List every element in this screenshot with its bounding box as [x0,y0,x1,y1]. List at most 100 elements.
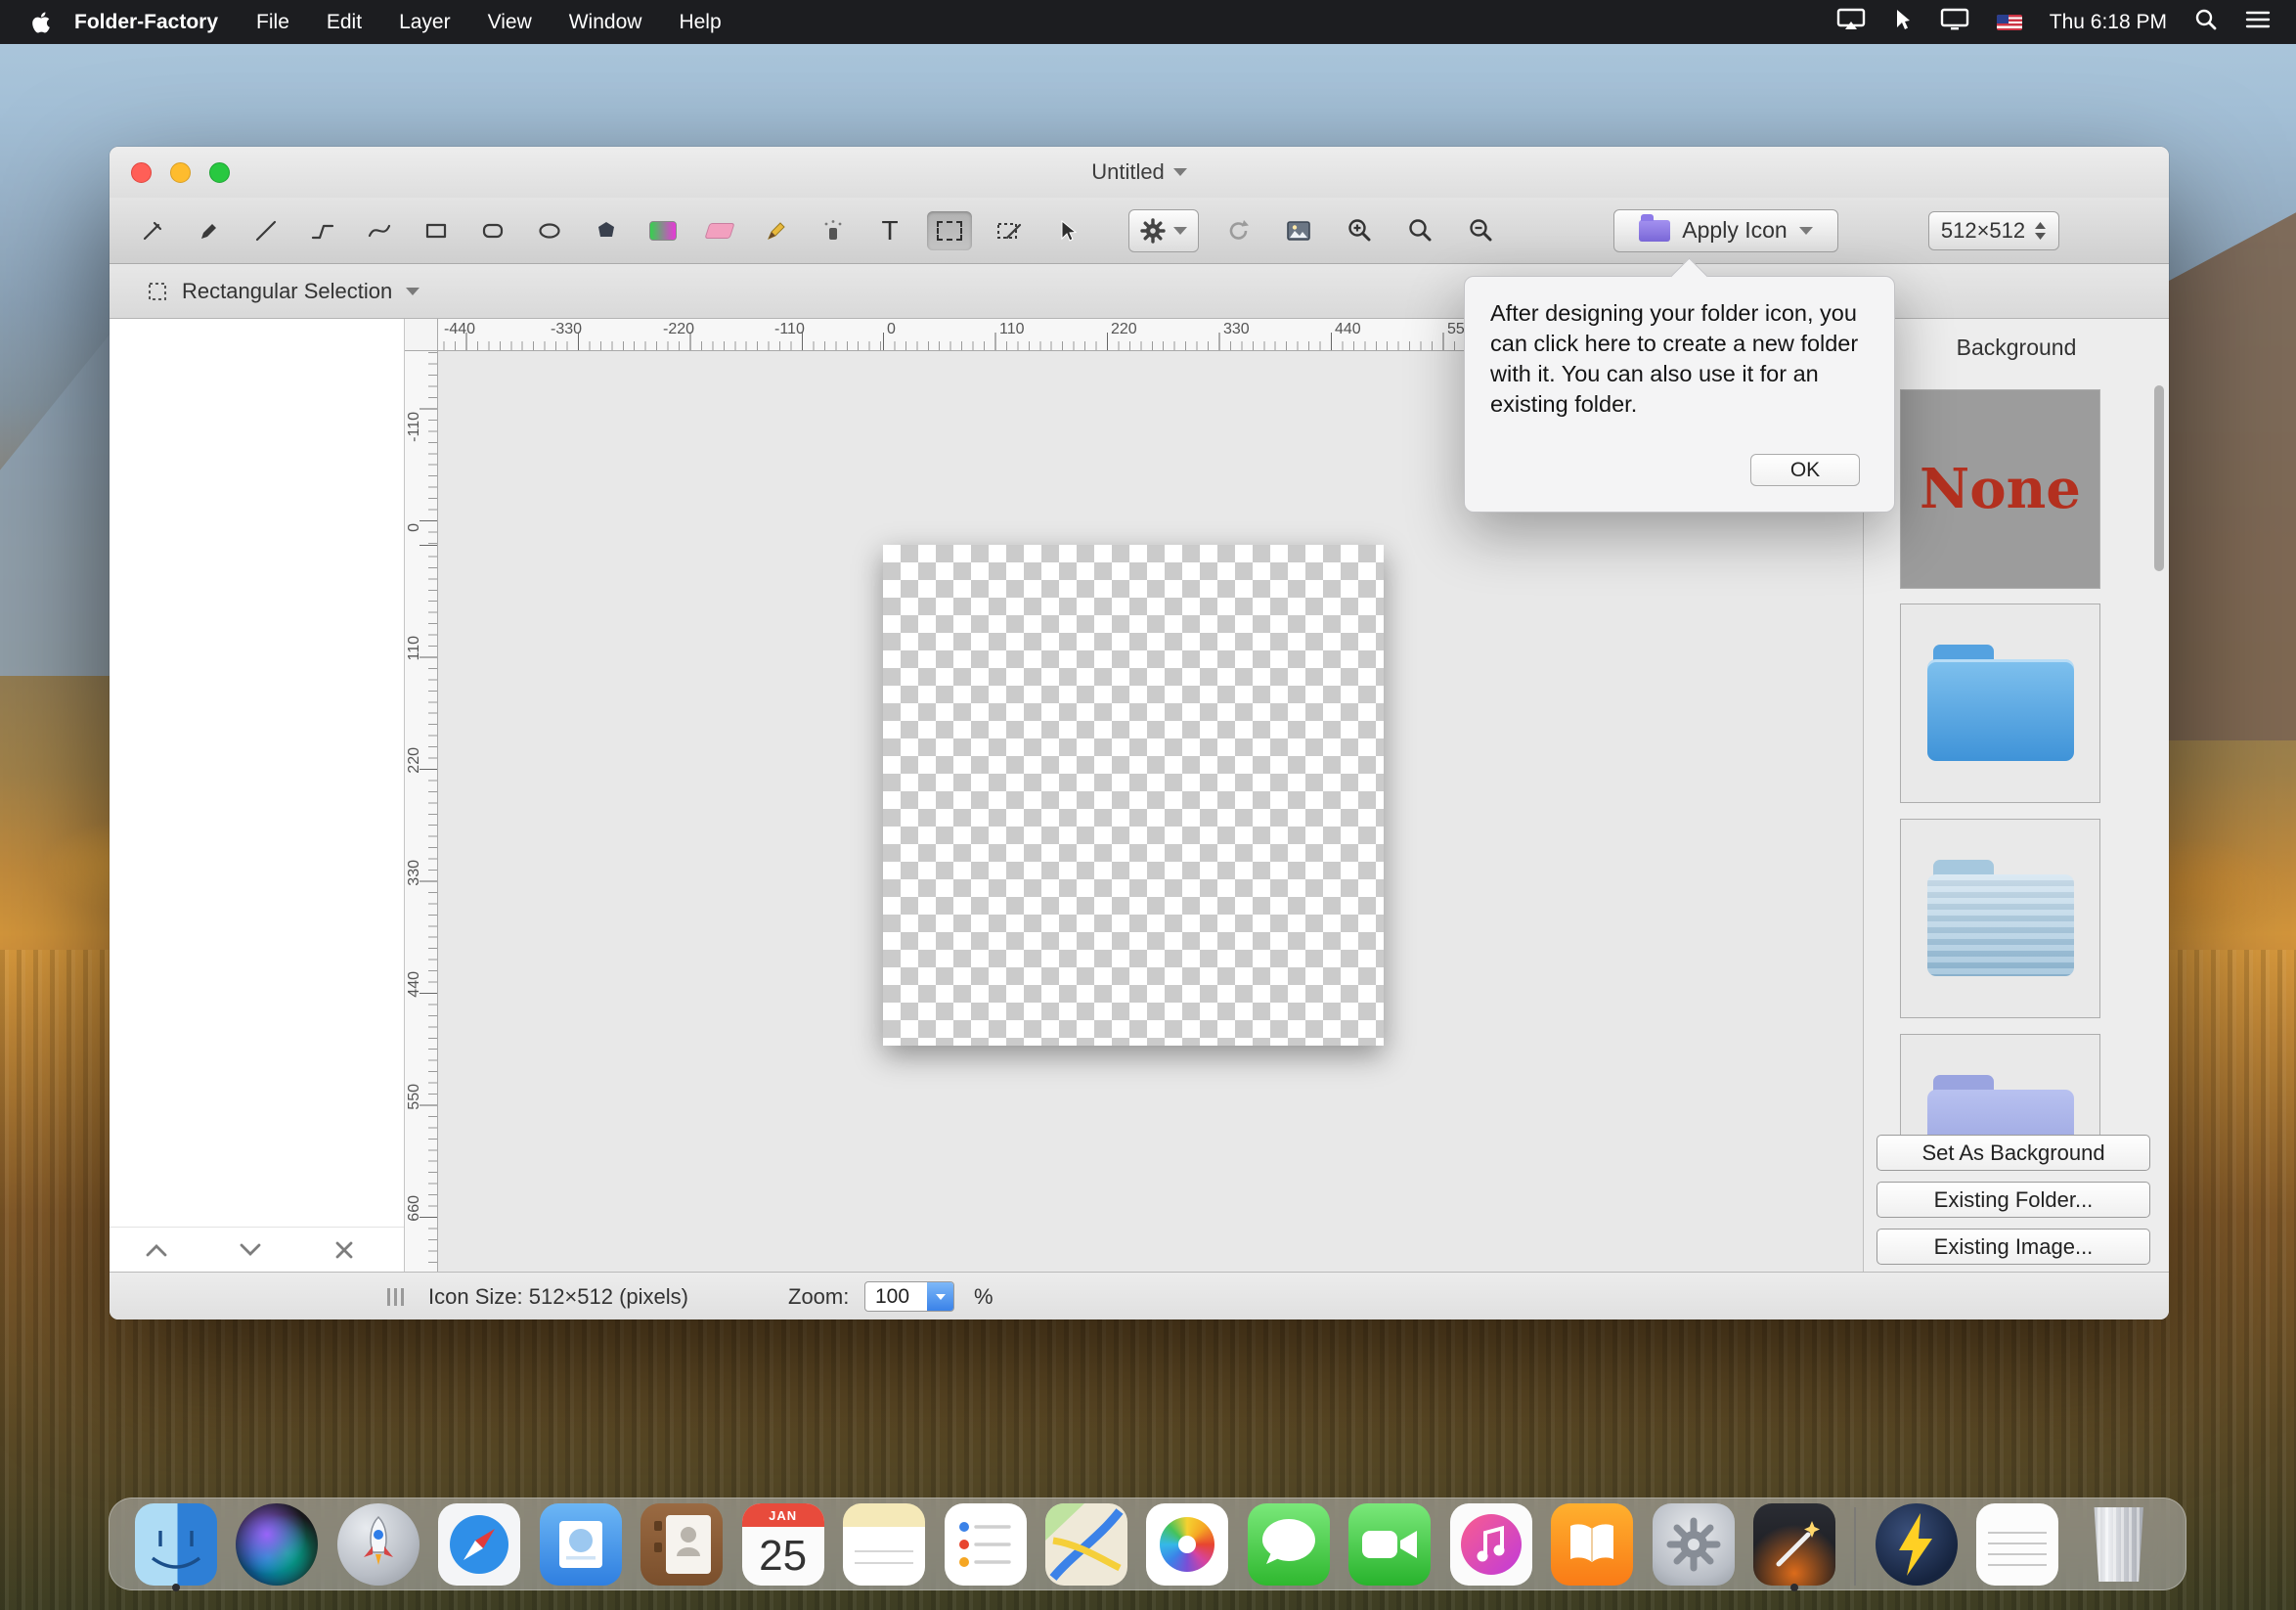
menu-app-name[interactable]: Folder-Factory [66,11,238,34]
v-ruler-label: 660 [406,1195,423,1222]
panel-resize-grip[interactable] [387,1273,404,1319]
rotate-button[interactable] [1216,209,1259,252]
move-layer-up-button[interactable] [110,1239,203,1261]
running-indicator [172,1584,180,1591]
background-thumb-blue-folder[interactable] [1900,604,2100,803]
zoom-actual-button[interactable] [1398,209,1441,252]
dock-item-calendar[interactable]: JAN 25 [742,1503,824,1589]
h-ruler-label: -220 [663,321,694,338]
dock-item-facetime[interactable] [1348,1503,1431,1589]
sidebar-scrollbar[interactable] [2154,385,2164,571]
dock-separator [1854,1507,1856,1586]
purple-folder-icon [1639,220,1670,242]
delete-layer-button[interactable] [297,1238,391,1262]
lightning-utility-icon [1876,1503,1958,1586]
menu-window[interactable]: Window [551,11,661,34]
dock-item-launchpad[interactable] [337,1503,419,1589]
notification-center-icon[interactable] [2245,9,2271,36]
existing-image-button[interactable]: Existing Image... [1877,1229,2150,1265]
text-tool-button[interactable]: T [870,211,909,250]
apple-menu-icon[interactable] [31,11,53,34]
background-thumb-textured-folder[interactable] [1900,819,2100,1018]
cursor-tool-button[interactable] [1046,211,1085,250]
v-ruler-label: 330 [406,860,423,886]
menu-view[interactable]: View [469,11,551,34]
ellipse-tool-button[interactable] [530,211,569,250]
gradient-tool-button[interactable] [643,211,683,250]
zoom-dropdown-button[interactable] [927,1282,953,1311]
move-layer-down-button[interactable] [203,1239,297,1261]
running-indicator [1790,1584,1798,1591]
pen-tool-button[interactable] [133,211,172,250]
icon-size-stepper[interactable]: 512×512 [1928,211,2059,250]
chevron-down-icon[interactable] [406,288,419,295]
polyline-tool-button[interactable] [303,211,342,250]
dock-item-photos[interactable] [1146,1503,1228,1589]
magic-selection-tool-button[interactable] [990,211,1029,250]
transparent-canvas[interactable] [883,545,1384,1046]
rectangular-selection-tool-button[interactable] [927,211,972,250]
ibooks-icon [1551,1503,1633,1586]
eraser-tool-button[interactable] [700,211,739,250]
polygon-tool-button[interactable] [587,211,626,250]
facetime-icon [1348,1503,1431,1586]
popover-ok-button[interactable]: OK [1750,454,1860,486]
brush-tool-button[interactable] [190,211,229,250]
rounded-rectangle-tool-button[interactable] [473,211,512,250]
status-bar: Icon Size: 512×512 (pixels) Zoom: 100 % [110,1272,2169,1319]
spotlight-search-icon[interactable] [2194,8,2218,37]
dock-item-messages[interactable] [1248,1503,1330,1589]
menu-clock[interactable]: Thu 6:18 PM [2050,11,2167,34]
menu-file[interactable]: File [238,11,308,34]
airplay-display-icon[interactable] [1836,8,1866,37]
rectangle-tool-button[interactable] [417,211,456,250]
calendar-day: 25 [742,1527,824,1586]
dock-item-mail[interactable] [540,1503,622,1589]
background-thumb-none[interactable]: None [1900,389,2100,589]
line-tool-button[interactable] [246,211,286,250]
menu-bar-status: Thu 6:18 PM [1836,8,2296,37]
menu-layer[interactable]: Layer [380,11,469,34]
gear-icon [1140,218,1166,244]
dock-item-contacts[interactable] [640,1503,723,1589]
marker-tool-button[interactable] [757,211,796,250]
remote-cursor-icon[interactable] [1893,8,1913,37]
dock-item-safari[interactable] [438,1503,520,1589]
finder-icon [135,1503,217,1586]
menu-help[interactable]: Help [660,11,739,34]
dock-item-reminders[interactable] [945,1503,1027,1589]
set-as-background-button[interactable]: Set As Background [1877,1135,2150,1171]
existing-folder-button[interactable]: Existing Folder... [1877,1182,2150,1218]
curve-tool-button[interactable] [360,211,399,250]
dock-item-lightning-utility[interactable] [1876,1503,1958,1589]
dock-item-folder-factory[interactable] [1753,1503,1835,1589]
insert-image-button[interactable] [1277,209,1320,252]
zoom-in-button[interactable] [1338,209,1381,252]
zoom-input[interactable]: 100 [864,1281,954,1312]
reminders-icon [945,1503,1027,1586]
title-chevron-icon[interactable] [1173,168,1187,176]
zoom-out-button[interactable] [1459,209,1502,252]
us-flag-icon[interactable] [1997,15,2022,30]
trash-icon [2078,1503,2160,1586]
dock-item-siri[interactable] [236,1503,318,1589]
dock-item-maps[interactable] [1045,1503,1127,1589]
apply-icon-button[interactable]: Apply Icon [1613,209,1838,252]
chevron-down-icon [936,1294,946,1300]
airbrush-tool-button[interactable] [814,211,853,250]
dock-item-ibooks[interactable] [1551,1503,1633,1589]
menu-edit[interactable]: Edit [308,11,380,34]
display-icon[interactable] [1940,8,1969,37]
settings-dropdown-button[interactable] [1128,209,1199,252]
background-thumb-lavender-folder[interactable] [1900,1034,2100,1141]
dock-item-notes[interactable] [843,1503,925,1589]
dock-item-itunes[interactable] [1450,1503,1532,1589]
dock-item-finder[interactable] [135,1503,217,1589]
zoom-value[interactable]: 100 [865,1282,927,1311]
dock-item-trash[interactable] [2078,1503,2160,1589]
dock-item-system-preferences[interactable] [1653,1503,1735,1589]
messages-icon [1248,1503,1330,1586]
title-bar[interactable]: Untitled [110,147,2169,198]
dock-item-textedit[interactable] [1976,1503,2058,1589]
selection-mode-label[interactable]: Rectangular Selection [182,279,392,304]
